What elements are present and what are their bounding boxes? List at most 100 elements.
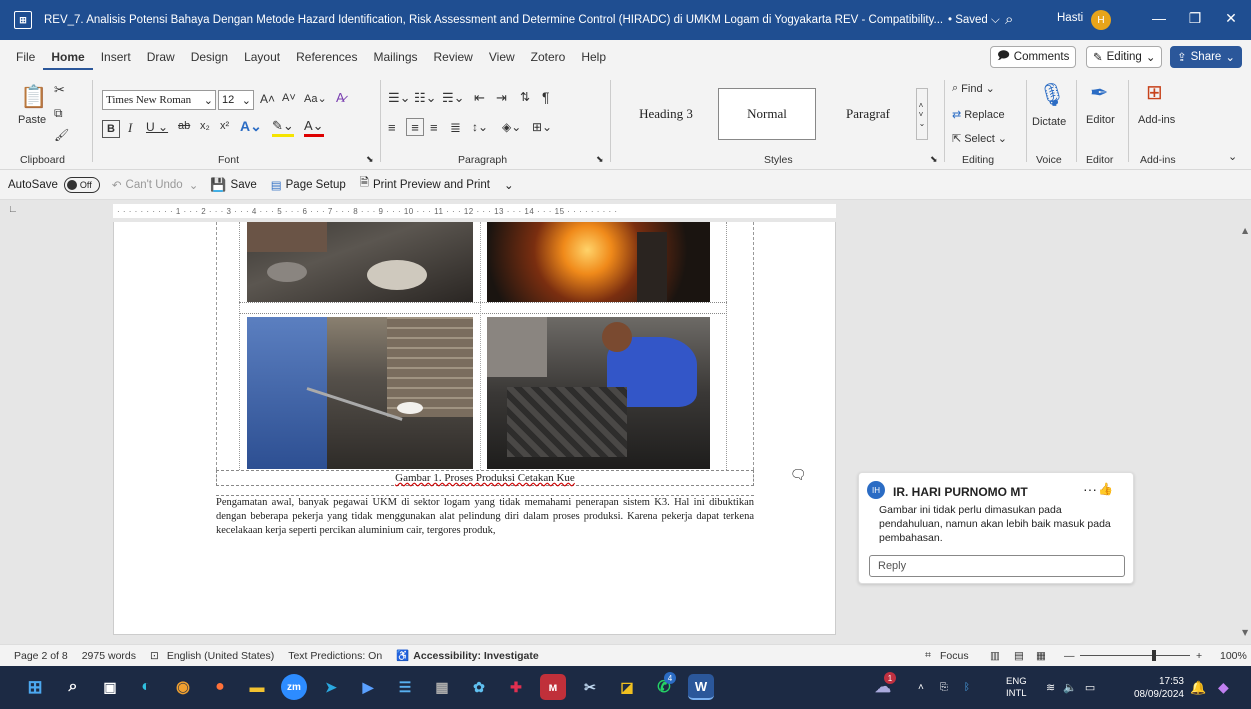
like-icon[interactable]: 👍: [1098, 482, 1113, 496]
show-hidden-icons-icon[interactable]: ˄: [918, 682, 924, 693]
style-normal[interactable]: Normal: [718, 88, 816, 140]
editing-mode-button[interactable]: ✎ Editing ⌄: [1086, 46, 1163, 68]
italic-icon[interactable]: I: [128, 120, 132, 136]
undo-button[interactable]: Can't Undo: [126, 179, 183, 191]
focus-icon[interactable]: ⌗: [925, 649, 931, 662]
font-family-select[interactable]: Times New Roman ⌄: [102, 90, 216, 110]
subscript-icon[interactable]: x₂: [200, 120, 210, 132]
increase-indent-icon[interactable]: ⇥: [496, 90, 507, 106]
firefox-icon[interactable]: ●: [207, 674, 233, 700]
volume-icon[interactable]: 🔈: [1063, 681, 1077, 694]
tab-zotero[interactable]: Zotero: [523, 50, 574, 64]
numbering-icon[interactable]: ☷⌄: [414, 90, 437, 106]
text-effects-icon[interactable]: A⌄: [240, 118, 262, 135]
shrink-font-icon[interactable]: A˅: [282, 92, 296, 104]
strikethrough-icon[interactable]: ab: [178, 120, 190, 132]
show-marks-icon[interactable]: ¶: [542, 89, 550, 105]
comment-marker-icon[interactable]: 🗨: [790, 468, 807, 483]
photo-molding-1[interactable]: [247, 222, 473, 302]
print-preview-button[interactable]: Print Preview and Print: [373, 179, 490, 191]
print-preview-icon[interactable]: 🗎: [360, 175, 369, 194]
photo-furnace[interactable]: [487, 222, 710, 302]
proofing-icon[interactable]: ⊡: [150, 650, 159, 662]
bold-icon[interactable]: B: [102, 120, 120, 138]
replace-button[interactable]: ⇄ Replace: [952, 108, 1005, 122]
edge-icon[interactable]: ◐: [133, 674, 159, 700]
clock[interactable]: 17:53 08/09/2024: [1120, 666, 1184, 709]
app-red-icon[interactable]: ✚: [503, 674, 529, 700]
tab-help[interactable]: Help: [573, 50, 614, 64]
underline-icon[interactable]: U ⌄: [146, 120, 168, 134]
format-painter-icon[interactable]: 🖌: [54, 128, 69, 142]
autosave-doc-icon[interactable]: ⊞: [14, 11, 32, 29]
dictate-button[interactable]: Dictate: [1032, 116, 1066, 128]
tab-references[interactable]: References: [288, 50, 365, 64]
usb-icon[interactable]: ⎘: [940, 682, 948, 693]
editor-pen-icon[interactable]: ✒: [1090, 80, 1108, 106]
more-options-icon[interactable]: ···: [1083, 481, 1097, 497]
page-count[interactable]: Page 2 of 8: [14, 650, 68, 662]
dialog-launcher-icon[interactable]: ⬊: [366, 154, 374, 165]
align-right-icon[interactable]: ≡: [430, 120, 438, 135]
multilevel-list-icon[interactable]: ☴⌄: [442, 90, 465, 106]
read-mode-icon[interactable]: ▥: [990, 650, 1000, 662]
avatar[interactable]: H: [1091, 10, 1111, 30]
font-color-icon[interactable]: A⌄: [304, 118, 324, 137]
vertical-scrollbar[interactable]: ▲ ▼: [1241, 222, 1251, 644]
change-case-icon[interactable]: Aa⌄: [304, 92, 327, 105]
media-player-icon[interactable]: ▶: [355, 674, 381, 700]
autosave-toggle[interactable]: Off: [63, 176, 100, 193]
customize-qat-icon[interactable]: ⌄: [504, 178, 514, 192]
page-setup-button[interactable]: Page Setup: [286, 179, 346, 191]
comments-button[interactable]: 🗩 Comments: [990, 46, 1077, 68]
tab-home[interactable]: Home: [43, 44, 93, 70]
dialog-launcher-icon[interactable]: ⬊: [596, 154, 604, 165]
notepad-icon[interactable]: ☰: [392, 674, 418, 700]
clear-formatting-icon[interactable]: A̷: [336, 90, 345, 105]
dialog-launcher-icon[interactable]: ⬊: [930, 154, 938, 165]
page-setup-icon[interactable]: ▤: [271, 178, 282, 192]
highlight-icon[interactable]: ✎⌄: [272, 118, 294, 137]
wifi-icon[interactable]: ≋: [1046, 681, 1055, 694]
tab-draw[interactable]: Draw: [139, 50, 183, 64]
paste-icon[interactable]: 📋: [20, 82, 48, 112]
superscript-icon[interactable]: x²: [220, 120, 229, 132]
photo-worker-blue[interactable]: [487, 317, 710, 469]
web-layout-icon[interactable]: ▦: [1036, 650, 1046, 662]
accessibility-icon[interactable]: ♿: [396, 649, 409, 662]
grow-font-icon[interactable]: A˄: [260, 92, 275, 106]
battery-icon[interactable]: ▭: [1085, 681, 1095, 694]
share-button[interactable]: ⇪ Share ⌄: [1170, 46, 1242, 68]
word-count[interactable]: 2975 words: [82, 650, 136, 662]
windows-start-icon[interactable]: ⊞: [22, 674, 48, 700]
shading-icon[interactable]: ◈⌄: [502, 120, 521, 134]
undo-icon[interactable]: ↶: [112, 178, 122, 192]
telegram-icon[interactable]: ➤: [318, 674, 344, 700]
borders-icon[interactable]: ⊞⌄: [532, 120, 552, 134]
reply-input[interactable]: Reply: [869, 555, 1125, 577]
task-view-icon[interactable]: ▣: [97, 674, 123, 700]
select-button[interactable]: ⇱ Select ⌄: [952, 132, 1007, 146]
collapse-ribbon-icon[interactable]: ⌄: [1228, 150, 1237, 163]
text-predictions[interactable]: Text Predictions: On: [288, 650, 382, 662]
cut-icon[interactable]: ✂: [54, 82, 65, 98]
language-indicator[interactable]: ENG INTL: [1006, 666, 1027, 709]
addins-grid-icon[interactable]: ⊞: [1146, 80, 1163, 105]
save-button[interactable]: Save: [231, 179, 257, 191]
restore-icon[interactable]: ❐: [1180, 10, 1210, 27]
notification-bell-icon[interactable]: 🔔: [1190, 666, 1206, 709]
addins-button[interactable]: Add-ins: [1138, 114, 1175, 126]
save-status[interactable]: • Saved ⌵: [948, 14, 1000, 27]
zoom-in-icon[interactable]: +: [1196, 650, 1202, 662]
language[interactable]: English (United States): [167, 650, 274, 662]
tab-review[interactable]: Review: [426, 50, 481, 64]
tab-design[interactable]: Design: [183, 50, 236, 64]
tab-file[interactable]: File: [8, 50, 43, 64]
comment-card[interactable]: IH IR. HARI PURNOMO MT ··· 👍 Gambar ini …: [858, 472, 1134, 584]
body-paragraph[interactable]: Pengamatan awal, banyak pegawai UKM di s…: [216, 495, 754, 538]
sticky-notes-icon[interactable]: ◪: [614, 674, 640, 700]
styles-scroll[interactable]: ˄ ˅ ⌄: [916, 88, 928, 140]
tab-layout[interactable]: Layout: [236, 50, 288, 64]
justify-icon[interactable]: ≣: [450, 120, 461, 136]
snipping-icon[interactable]: ✂: [577, 674, 603, 700]
